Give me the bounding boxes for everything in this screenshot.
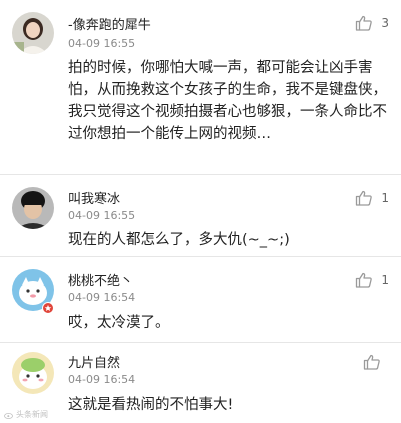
avatar[interactable]	[12, 352, 54, 394]
thumbs-up-icon	[355, 271, 373, 289]
avatar[interactable]	[12, 187, 54, 229]
comment-text: 拍的时候，你哪怕大喊一声，都可能会让凶手害怕，从而挽救这个女孩子的生命，我不是键…	[68, 60, 387, 142]
comment-text: 现在的人都怎么了，多大仇(~_~;)	[68, 232, 290, 248]
weibo-logo-icon	[4, 412, 13, 419]
avatar[interactable]	[12, 12, 54, 54]
thumbs-up-icon	[355, 14, 373, 32]
thumbs-up-icon	[363, 353, 381, 371]
comment-time: 04-09 16:55	[68, 37, 136, 50]
comment-item: 九片自然 04-09 16:54 这就是看热闹的不怕事大!	[0, 343, 401, 423]
comment-item: -像奔跑的犀牛 04-09 16:55 3 拍的时候，你哪怕大喊一声，都可能会让…	[0, 0, 401, 175]
like-button[interactable]: 1	[355, 189, 389, 207]
verified-badge-icon	[42, 302, 54, 314]
like-count: 1	[381, 191, 389, 205]
like-count: 1	[381, 273, 389, 287]
comment-text: 这就是看热闹的不怕事大!	[68, 397, 234, 413]
comment-username[interactable]: 九片自然	[68, 352, 120, 371]
comment-username[interactable]: 桃桃不绝丶	[68, 270, 133, 289]
comment-time: 04-09 16:54	[68, 291, 136, 304]
comment-time: 04-09 16:54	[68, 373, 136, 386]
comment-time: 04-09 16:55	[68, 209, 136, 222]
like-button[interactable]: 1	[355, 271, 389, 289]
like-button[interactable]	[363, 353, 389, 371]
comment-text: 哎，太冷漠了。	[68, 315, 170, 331]
thumbs-up-icon	[355, 189, 373, 207]
watermark-text: 头条新闻	[16, 410, 48, 419]
like-count: 3	[381, 16, 389, 30]
comment-username[interactable]: 叫我寒冰	[68, 188, 120, 207]
comment-item: 叫我寒冰 04-09 16:55 1 现在的人都怎么了，多大仇(~_~;)	[0, 175, 401, 257]
like-button[interactable]: 3	[355, 14, 389, 32]
comment-item: 桃桃不绝丶 04-09 16:54 1 哎，太冷漠了。	[0, 257, 401, 343]
comment-username[interactable]: -像奔跑的犀牛	[68, 14, 151, 33]
watermark: 头条新闻	[4, 409, 48, 420]
